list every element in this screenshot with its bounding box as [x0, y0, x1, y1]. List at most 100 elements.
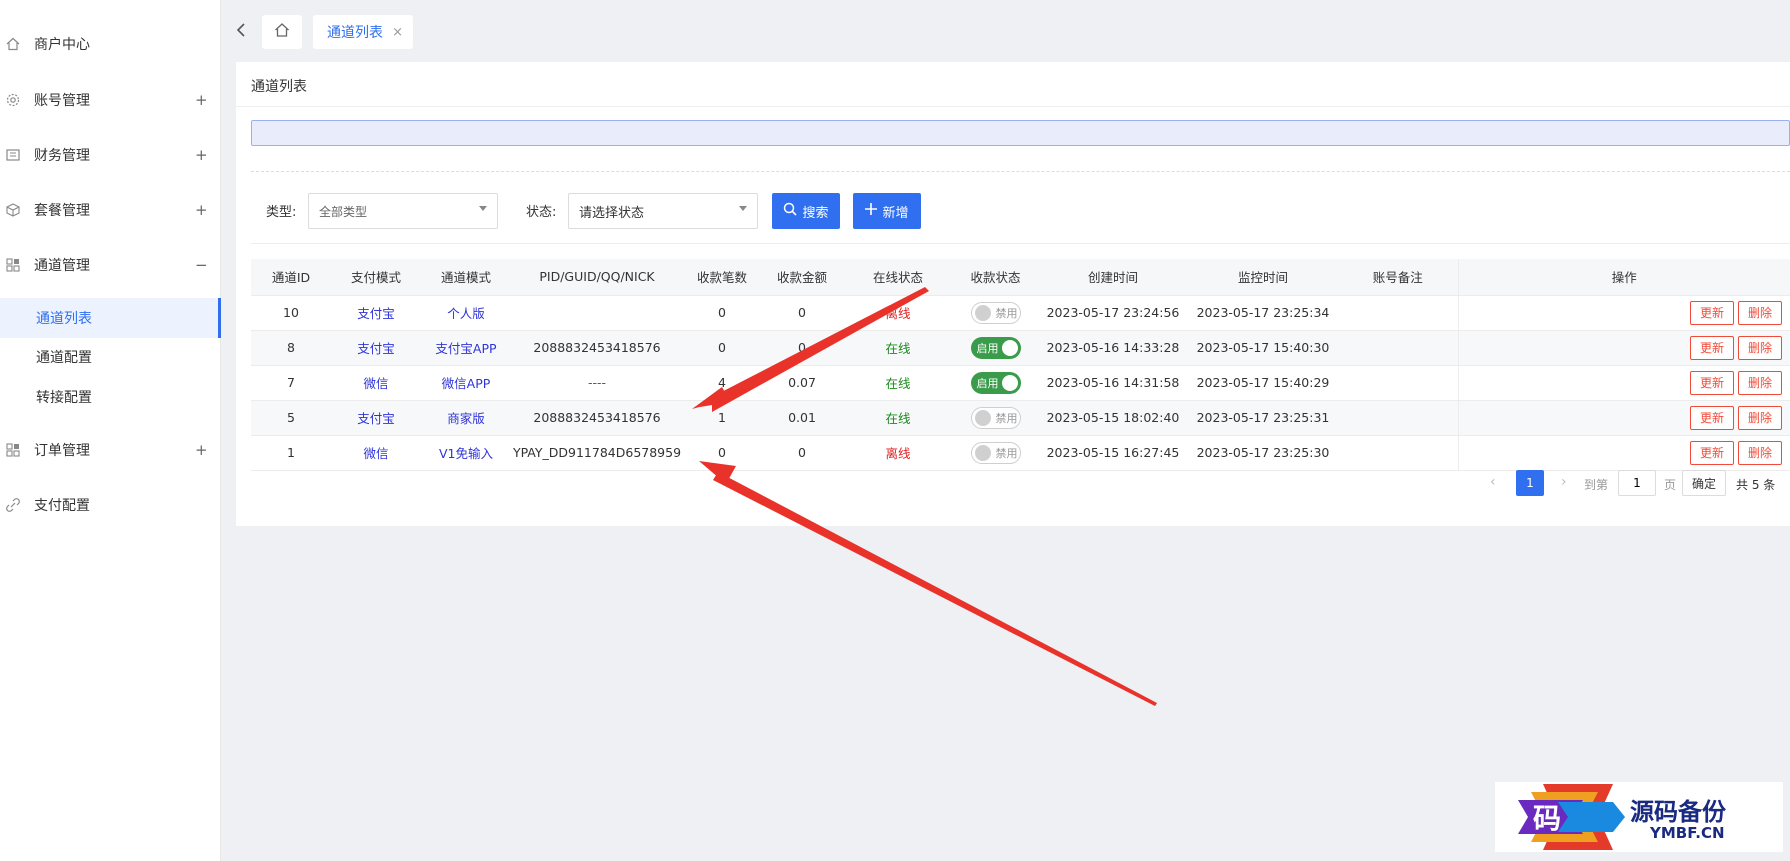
cell-created: 2023-05-16 14:31:58 [1038, 365, 1188, 401]
collect-toggle[interactable]: 禁用 [970, 301, 1021, 324]
cell-created: 2023-05-16 14:33:28 [1038, 330, 1188, 366]
sidebar-item-account[interactable]: 账号管理 + [0, 80, 221, 120]
sidebar-subitem-channel-list[interactable]: 通道列表 [0, 298, 221, 338]
tab-channel-list[interactable]: 通道列表 × [313, 15, 413, 49]
cell-pid: 2088832453418576 [511, 400, 683, 436]
update-button[interactable]: 更新 [1690, 405, 1734, 430]
table-row: 5 支付宝 商家版 2088832453418576 1 0.01 在线 禁用 … [251, 400, 1790, 436]
delete-button[interactable]: 删除 [1738, 335, 1782, 360]
cell-channel-mode[interactable]: 商家版 [447, 411, 485, 426]
column-header: 监控时间 [1188, 259, 1338, 296]
cell-note [1338, 400, 1459, 436]
collect-toggle[interactable]: 禁用 [970, 406, 1021, 429]
sidebar-item-package[interactable]: 套餐管理 + [0, 190, 221, 230]
collect-toggle[interactable]: 禁用 [970, 441, 1021, 464]
chevron-left-icon[interactable]: ‹ [1490, 474, 1496, 490]
status-select[interactable]: 请选择状态 [568, 193, 758, 229]
column-header: 创建时间 [1038, 259, 1188, 296]
page-suffix: 页 [1664, 478, 1677, 492]
collapse-icon[interactable]: − [195, 256, 208, 274]
sidebar-item-orders[interactable]: 订单管理 + [0, 430, 221, 470]
cell-pay-mode[interactable]: 微信 [363, 446, 388, 461]
cell-pay-mode[interactable]: 支付宝 [357, 341, 395, 356]
search-button-label: 搜索 [802, 205, 829, 221]
delete-button[interactable]: 删除 [1738, 440, 1782, 465]
expand-icon[interactable]: + [195, 441, 208, 459]
cell-count: 0 [683, 330, 761, 366]
update-button[interactable]: 更新 [1690, 300, 1734, 325]
add-button[interactable]: 新增 [853, 193, 921, 229]
cell-id: 7 [251, 365, 331, 401]
column-header: 通道模式 [421, 259, 511, 296]
cell-channel-mode[interactable]: 支付宝APP [435, 341, 496, 356]
column-header: 支付模式 [331, 259, 421, 296]
collect-toggle[interactable]: 启用 [970, 336, 1021, 359]
delete-button[interactable]: 删除 [1738, 405, 1782, 430]
sidebar-item-label: 套餐管理 [34, 203, 90, 219]
cell-pay-mode[interactable]: 支付宝 [357, 411, 395, 426]
table-row: 7 微信 微信APP ---- 4 0.07 在线 启用 2023-05-16 … [251, 365, 1790, 401]
toggle-knob [974, 304, 991, 321]
status-select-placeholder: 请选择状态 [579, 205, 645, 221]
cell-pid [511, 295, 683, 331]
watermark-logo: 码 源码备份 YMBF.CN [1495, 782, 1783, 852]
search-button[interactable]: 搜索 [772, 193, 840, 229]
sidebar-subitem-channel-config[interactable]: 通道配置 [0, 337, 221, 377]
goto-page-input[interactable] [1618, 470, 1656, 496]
cell-count: 0 [683, 295, 761, 331]
delete-button[interactable]: 删除 [1738, 300, 1782, 325]
column-header: 收款笔数 [683, 259, 761, 296]
cell-note [1338, 295, 1459, 331]
cell-channel-mode[interactable]: 个人版 [447, 306, 485, 321]
table-header-row: 通道ID 支付模式 通道模式 PID/GUID/QQ/NICK 收款笔数 收款金… [251, 259, 1790, 296]
chevron-right-icon[interactable]: › [1561, 474, 1567, 490]
sidebar-item-channel[interactable]: 通道管理 − [0, 245, 221, 285]
cell-channel-mode[interactable]: 微信APP [442, 376, 491, 391]
update-button[interactable]: 更新 [1690, 440, 1734, 465]
tab-home[interactable] [262, 15, 302, 49]
update-button[interactable]: 更新 [1690, 370, 1734, 395]
sidebar-item-label: 支付配置 [34, 498, 90, 514]
column-header: 账号备注 [1338, 259, 1459, 296]
collect-toggle[interactable]: 启用 [970, 371, 1021, 394]
chevron-down-icon [739, 206, 747, 211]
chevron-down-icon [479, 206, 487, 211]
table-row: 1 微信 V1免输入 YPAY_DD911784D6578959 0 0 离线 … [251, 435, 1790, 471]
confirm-button[interactable]: 确定 [1682, 470, 1726, 496]
type-select[interactable]: 全部类型 [308, 193, 498, 229]
watermark-title: 源码备份 [1630, 797, 1726, 826]
update-button[interactable]: 更新 [1690, 335, 1734, 360]
toggle-label: 启用 [976, 376, 999, 390]
cell-id: 1 [251, 435, 331, 471]
cell-amount: 0 [761, 330, 843, 366]
cell-monitor: 2023-05-17 15:40:30 [1188, 330, 1338, 366]
sidebar-item-payment-config[interactable]: 支付配置 [0, 485, 221, 525]
toggle-knob [974, 409, 991, 426]
total-count: 共 5 条 [1736, 478, 1776, 492]
cell-channel-mode[interactable]: V1免输入 [439, 446, 493, 461]
close-icon[interactable]: × [392, 25, 403, 40]
cell-amount: 0 [761, 435, 843, 471]
sidebar-subitem-transfer-config[interactable]: 转接配置 [0, 377, 221, 417]
sidebar-item-label: 账号管理 [34, 93, 90, 109]
cell-amount: 0 [761, 295, 843, 331]
sidebar-item-finance[interactable]: 财务管理 + [0, 135, 221, 175]
cell-pay-mode[interactable]: 微信 [363, 376, 388, 391]
finance-icon [6, 148, 20, 162]
cell-monitor: 2023-05-17 15:40:29 [1188, 365, 1338, 401]
delete-button[interactable]: 删除 [1738, 370, 1782, 395]
expand-icon[interactable]: + [195, 146, 208, 164]
expand-icon[interactable]: + [195, 201, 208, 219]
toggle-knob [1001, 339, 1018, 356]
column-header: PID/GUID/QQ/NICK [511, 259, 683, 296]
cell-amount: 0.07 [761, 365, 843, 401]
chevron-left-icon[interactable] [236, 22, 246, 42]
cell-pay-mode[interactable]: 支付宝 [357, 306, 395, 321]
sidebar-subitem-label: 通道列表 [36, 311, 92, 327]
expand-icon[interactable]: + [195, 91, 208, 109]
sidebar-subitem-label: 通道配置 [36, 350, 92, 366]
sidebar-item-merchant-center[interactable]: 商户中心 [0, 24, 221, 64]
pagination: ‹ 1 › 到第 页 确定 共 5 条 [236, 470, 1790, 498]
page-number-current[interactable]: 1 [1516, 470, 1544, 496]
cell-online-status: 在线 [885, 411, 911, 426]
